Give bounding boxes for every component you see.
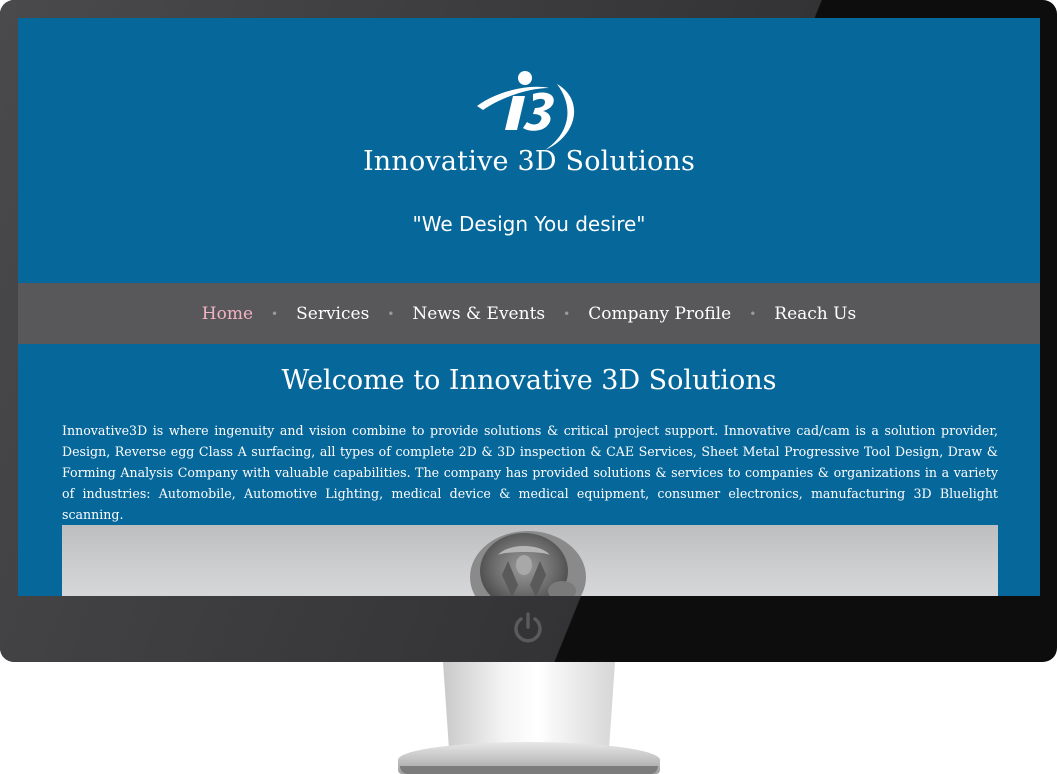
nav-item-home[interactable]: Home bbox=[202, 304, 253, 324]
nav-separator: • bbox=[563, 306, 571, 321]
nav-item-company-profile[interactable]: Company Profile bbox=[588, 304, 731, 324]
hero-image bbox=[62, 525, 998, 596]
nav-item-reach-us[interactable]: Reach Us bbox=[774, 304, 856, 324]
welcome-heading: Welcome to Innovative 3D Solutions bbox=[281, 365, 777, 396]
nav-item-services[interactable]: Services bbox=[296, 304, 369, 324]
nav-separator: • bbox=[749, 306, 757, 321]
hero-part-render bbox=[470, 531, 586, 596]
monitor-screen: Innovative 3D Solutions "We Design You d… bbox=[18, 18, 1040, 596]
site-header: Innovative 3D Solutions "We Design You d… bbox=[18, 18, 1040, 283]
intro-paragraph: Innovative3D is where ingenuity and visi… bbox=[62, 423, 998, 522]
nav-item-news-events[interactable]: News & Events bbox=[412, 304, 545, 324]
main-nav: Home • Services • News & Events • Compan… bbox=[18, 283, 1040, 344]
main-content: Welcome to Innovative 3D Solutions Innov… bbox=[18, 344, 1040, 596]
monitor-stand-shadow bbox=[400, 766, 658, 774]
i3-logo[interactable] bbox=[473, 70, 585, 150]
nav-separator: • bbox=[387, 306, 395, 321]
monitor-frame: Innovative 3D Solutions "We Design You d… bbox=[0, 0, 1057, 662]
site-tagline: "We Design You desire" bbox=[412, 212, 646, 236]
site-title: Innovative 3D Solutions bbox=[362, 146, 696, 177]
nav-separator: • bbox=[271, 306, 279, 321]
power-icon[interactable] bbox=[510, 610, 546, 646]
